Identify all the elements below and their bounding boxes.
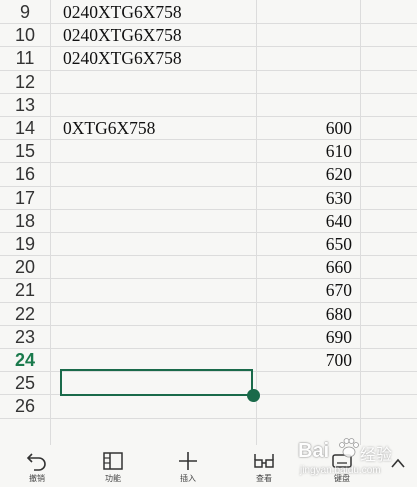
row-divider (0, 255, 417, 257)
row-number[interactable]: 17 (0, 186, 50, 210)
column-divider (50, 0, 51, 445)
row-divider (0, 278, 417, 280)
watermark-product: 经验 (360, 445, 393, 464)
row-divider (0, 301, 417, 303)
chevron-up-icon[interactable] (390, 457, 406, 469)
row-number[interactable]: 24 (0, 348, 50, 372)
row-number[interactable]: 13 (0, 93, 50, 117)
row-number[interactable]: 21 (0, 278, 50, 302)
row-number[interactable]: 22 (0, 302, 50, 326)
panel-icon (103, 452, 123, 470)
cell-c[interactable]: 620 (262, 162, 352, 186)
cell-c[interactable]: 660 (262, 255, 352, 279)
cell-a[interactable]: 0240XTG6X758 (63, 46, 182, 70)
undo-button[interactable]: 撤销 (17, 448, 57, 486)
view-label: 查看 (256, 474, 272, 483)
cell-c[interactable]: 630 (262, 186, 352, 210)
row-divider (0, 208, 417, 210)
plus-icon (179, 452, 197, 470)
selected-cell[interactable] (60, 369, 253, 396)
cell-c[interactable]: 640 (262, 209, 352, 233)
cell-c[interactable]: 650 (262, 232, 352, 256)
row-divider (0, 324, 417, 326)
row-number[interactable]: 18 (0, 209, 50, 233)
row-number[interactable]: 14 (0, 116, 50, 140)
row-number[interactable]: 11 (0, 46, 50, 70)
row-divider (0, 92, 417, 94)
watermark-url: jingyan.baidu.com (300, 465, 381, 476)
row-number[interactable]: 19 (0, 232, 50, 256)
insert-label: 插入 (180, 474, 196, 483)
spreadsheet-grid[interactable]: 9 0240XTG6X758 10 0240XTG6X758 11 0240XTG6X75… (0, 0, 417, 445)
undo-icon (26, 453, 46, 471)
function-label: 功能 (105, 474, 121, 483)
watermark-brand: Bai (298, 440, 330, 462)
row-divider (0, 348, 417, 349)
column-divider (360, 0, 361, 445)
cell-a[interactable]: 0XTG6X758 (63, 116, 155, 140)
view-button[interactable]: 查看 (244, 448, 284, 486)
row-number[interactable]: 25 (0, 371, 50, 395)
cell-c[interactable]: 700 (262, 348, 352, 372)
row-divider (0, 417, 417, 419)
cell-c[interactable]: 690 (262, 325, 352, 349)
cell-c[interactable]: 670 (262, 278, 352, 302)
function-button[interactable]: 功能 (93, 448, 133, 486)
row-number[interactable]: 12 (0, 70, 50, 94)
row-number[interactable]: 20 (0, 255, 50, 279)
row-number[interactable]: 10 (0, 23, 50, 47)
row-number[interactable]: 23 (0, 325, 50, 349)
column-divider (256, 0, 257, 445)
paw-icon (339, 438, 359, 458)
row-divider (0, 232, 417, 233)
undo-label: 撤销 (29, 474, 45, 483)
row-number[interactable]: 9 (0, 0, 50, 24)
row-number[interactable]: 15 (0, 139, 50, 163)
glasses-icon (254, 454, 274, 468)
insert-button[interactable]: 插入 (168, 448, 208, 486)
row-divider (0, 185, 417, 187)
row-divider (0, 162, 417, 164)
cell-c[interactable]: 680 (262, 302, 352, 326)
row-number[interactable]: 26 (0, 394, 50, 418)
fill-handle[interactable] (247, 389, 260, 402)
cell-a[interactable]: 0240XTG6X758 (63, 23, 182, 47)
cell-c[interactable]: 610 (262, 139, 352, 163)
cell-c[interactable]: 600 (262, 116, 352, 140)
cell-a[interactable]: 0240XTG6X758 (63, 0, 182, 24)
row-number[interactable]: 16 (0, 162, 50, 186)
